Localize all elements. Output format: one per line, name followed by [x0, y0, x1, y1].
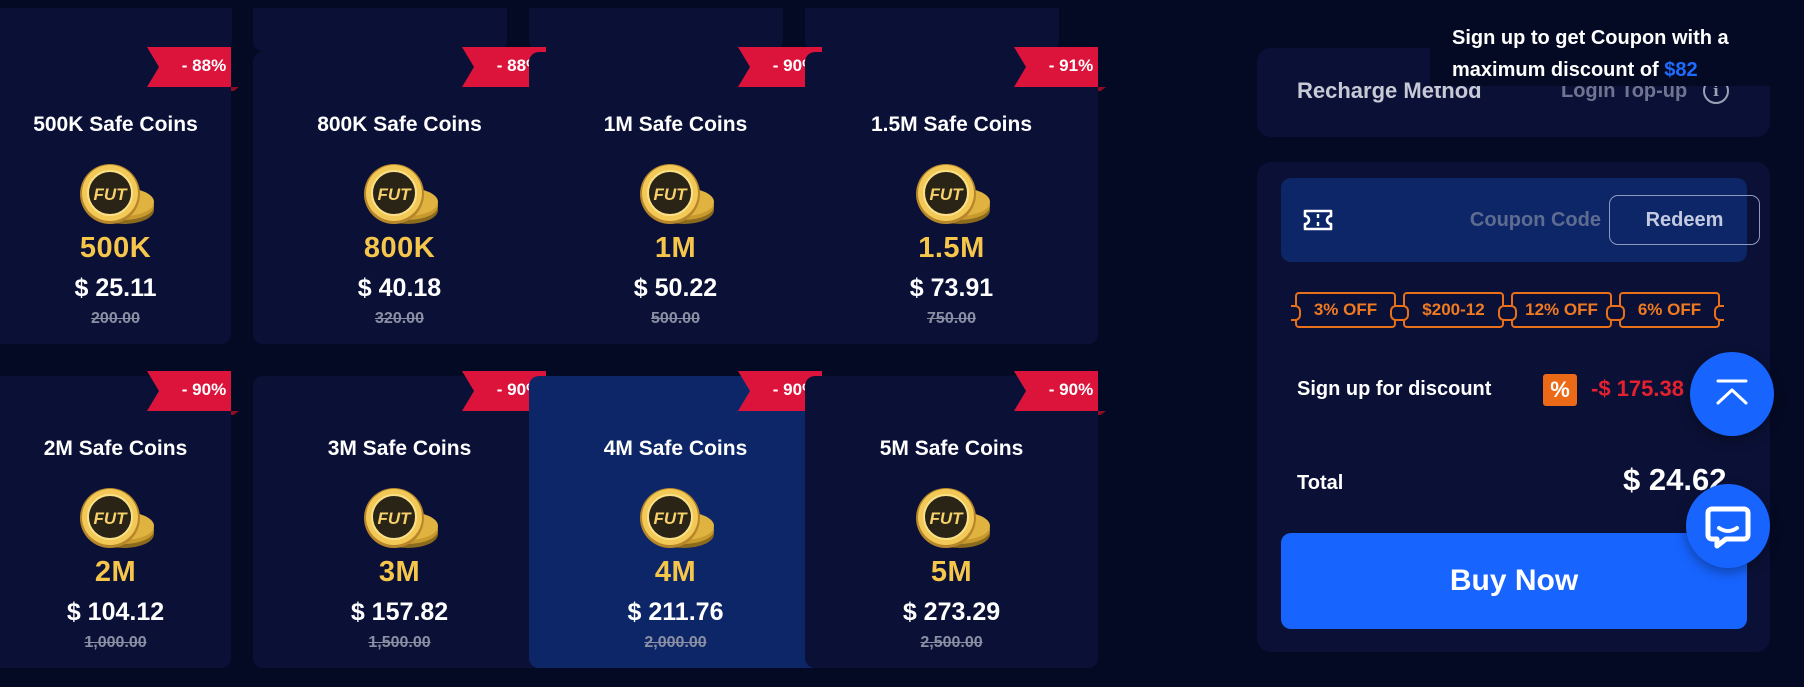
coin-amount: 3M: [378, 556, 421, 588]
coin-amount: 1.5M: [918, 232, 985, 264]
signup-coupon-tooltip: Sign up to get Coupon with a maximum dis…: [1430, 0, 1804, 86]
fut-coin-icon: FUT: [363, 488, 438, 548]
card-stub: [529, 8, 783, 52]
total-label: Total: [1297, 472, 1344, 494]
discount-badge-text: - 91%: [1048, 56, 1094, 75]
product-price: $ 73.91: [909, 274, 994, 302]
fut-coin-icon: FUT: [639, 488, 714, 548]
product-price: $ 211.76: [627, 598, 724, 626]
original-price: 2,000.00: [644, 634, 707, 651]
coupon-chip[interactable]: 6% OFF: [1615, 292, 1724, 328]
product-title: 800K Safe Coins: [317, 113, 482, 136]
product-card[interactable]: - 90% 2M Safe Coins FUT 2M $ 104.12 1,000.00: [0, 371, 239, 668]
card-stub: [805, 8, 1059, 52]
live-chat-button[interactable]: [1686, 484, 1770, 568]
original-price: 200.00: [91, 310, 140, 327]
card-stub: [0, 8, 232, 52]
fut-coin-icon: FUT: [915, 488, 990, 548]
product-card[interactable]: - 90% 4M Safe Coins FUT 4M $ 211.76 2,000.00: [529, 371, 830, 668]
coin-amount: 4M: [654, 556, 697, 588]
coin-label: FUT: [93, 185, 128, 204]
coupon-chip[interactable]: $200-12: [1399, 292, 1508, 328]
coin-label: FUT: [377, 509, 412, 528]
coin-amount: 2M: [94, 556, 137, 588]
product-price: $ 50.22: [633, 274, 718, 302]
chat-bubble-icon: [1705, 506, 1751, 549]
coupon-chip[interactable]: 12% OFF: [1507, 292, 1616, 328]
scroll-to-top-button[interactable]: [1690, 352, 1774, 436]
coin-amount: 800K: [363, 232, 436, 264]
redeem-button[interactable]: Redeem: [1609, 195, 1760, 245]
product-card[interactable]: - 91% 1.5M Safe Coins FUT 1.5M $ 73.91 750.00: [805, 47, 1106, 344]
coin-amount: 1M: [654, 232, 697, 264]
discount-badge-text: - 88%: [181, 56, 227, 75]
fut-coin-icon: FUT: [915, 164, 990, 224]
coupon-chips: 3% OFF $200-12 12% OFF 6% OFF: [1291, 292, 1755, 328]
buy-now-button[interactable]: Buy Now: [1281, 533, 1747, 629]
coin-label: FUT: [653, 185, 688, 204]
original-price: 320.00: [375, 310, 424, 327]
product-card[interactable]: - 90% 3M Safe Coins FUT 3M $ 157.82 1,500.00: [253, 371, 554, 668]
product-card[interactable]: - 90% 1M Safe Coins FUT 1M $ 50.22 500.00: [529, 47, 830, 344]
original-price: 1,000.00: [84, 634, 147, 651]
coin-label: FUT: [929, 185, 964, 204]
original-price: 1,500.00: [368, 634, 431, 651]
product-price: $ 104.12: [66, 598, 165, 626]
signup-discount-label: Sign up for discount: [1297, 378, 1492, 400]
product-price: $ 40.18: [357, 274, 442, 302]
product-title: 2M Safe Coins: [43, 437, 188, 460]
discount-badge: - 90%: [147, 371, 243, 415]
coupon-box: Redeem: [1281, 178, 1760, 262]
fut-coin-icon: FUT: [639, 164, 714, 224]
product-price: $ 25.11: [74, 274, 157, 302]
original-price: 2,500.00: [920, 634, 983, 651]
product-price: $ 157.82: [350, 598, 449, 626]
coin-amount: 500K: [79, 232, 152, 264]
coin-label: FUT: [377, 185, 412, 204]
product-card[interactable]: - 88% 500K Safe Coins FUT 500K $ 25.11 200.00: [0, 47, 239, 344]
fut-coin-icon: FUT: [363, 164, 438, 224]
discount-badge: - 91%: [1014, 47, 1110, 91]
original-price: 500.00: [651, 310, 700, 327]
discount-badge-text: - 90%: [181, 380, 227, 399]
percent-icon: %: [1543, 374, 1577, 406]
product-grid: - 88% 500K Safe Coins FUT 500K $ 25.11 200.00…: [0, 0, 1240, 687]
discount-badge-text: - 90%: [1048, 380, 1094, 399]
chevron-up-icon: [1716, 379, 1748, 405]
tooltip-amount: $82: [1664, 59, 1698, 81]
card-stub: [253, 8, 507, 52]
discount-badge: - 90%: [1014, 371, 1110, 415]
product-title: 3M Safe Coins: [327, 437, 472, 460]
coin-label: FUT: [653, 509, 688, 528]
fut-coin-icon: FUT: [79, 488, 154, 548]
product-title: 500K Safe Coins: [33, 113, 198, 136]
product-title: 4M Safe Coins: [603, 437, 748, 460]
coupon-code-input[interactable]: [1401, 198, 1601, 242]
product-card[interactable]: - 88% 800K Safe Coins FUT 800K $ 40.18 320.00: [253, 47, 554, 344]
product-price: $ 273.29: [902, 598, 1001, 626]
original-price: 750.00: [927, 310, 976, 327]
product-card[interactable]: - 90% 5M Safe Coins FUT 5M $ 273.29 2,500.00: [805, 371, 1106, 668]
product-title: 5M Safe Coins: [879, 437, 1024, 460]
coin-label: FUT: [929, 509, 964, 528]
coin-amount: 5M: [930, 556, 973, 588]
discount-badge: - 88%: [147, 47, 243, 91]
product-title: 1.5M Safe Coins: [870, 113, 1033, 136]
fut-coin-icon: FUT: [79, 164, 154, 224]
coin-label: FUT: [93, 509, 128, 528]
product-title: 1M Safe Coins: [603, 113, 748, 136]
ticket-icon: [1303, 209, 1333, 231]
coupon-chip[interactable]: 3% OFF: [1291, 292, 1400, 328]
